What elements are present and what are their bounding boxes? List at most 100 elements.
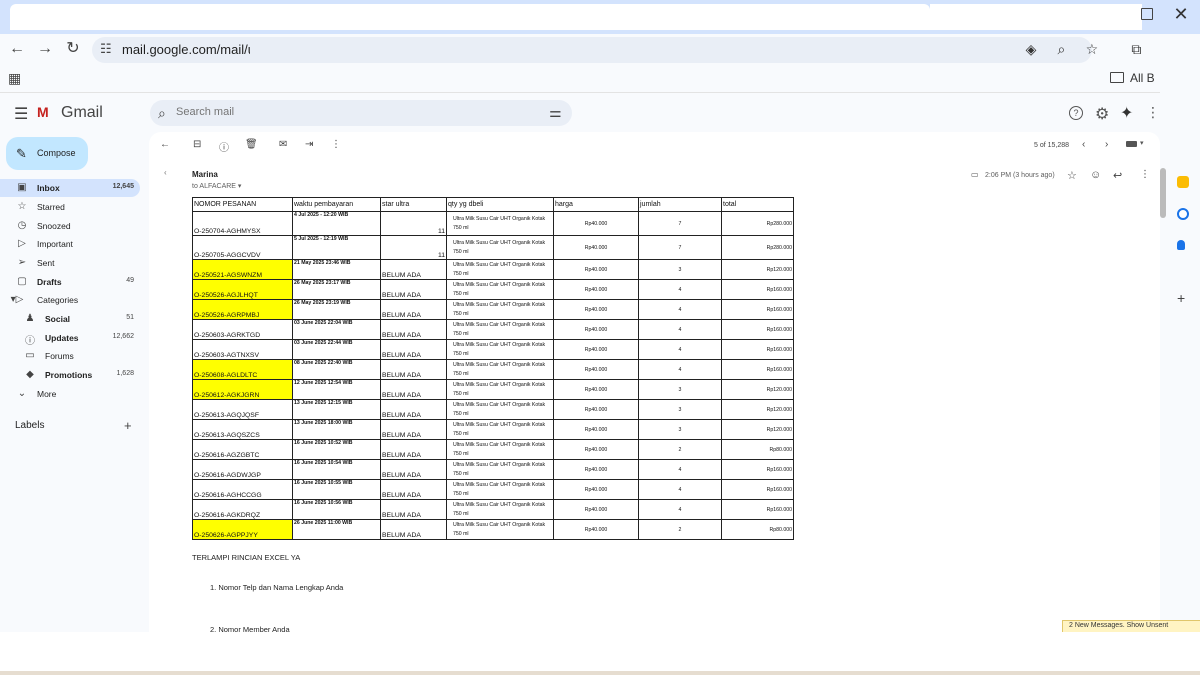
scrollbar-thumb[interactable] bbox=[1160, 168, 1166, 218]
sidebar-item-updates[interactable]: ⓘ Updates 12,662 bbox=[0, 329, 140, 347]
search-options-icon[interactable]: ⚌ bbox=[549, 104, 562, 121]
forward-icon[interactable]: → bbox=[34, 38, 56, 60]
sidebar-item-starred[interactable]: ☆ Starred bbox=[0, 198, 140, 216]
sidebar-item-label: Snoozed bbox=[37, 221, 71, 231]
gemini-spark-icon[interactable]: ✦ bbox=[1120, 103, 1133, 123]
sidebar-item-label: More bbox=[37, 389, 57, 399]
chevron-right-icon[interactable]: › bbox=[1105, 139, 1108, 150]
more-vertical-icon[interactable]: ⋮ bbox=[331, 139, 341, 150]
price-cell: Rp40.000 bbox=[553, 211, 639, 236]
star-icon[interactable]: ☆ bbox=[1067, 169, 1077, 182]
eye-off-icon[interactable]: ◈ bbox=[1022, 40, 1040, 58]
total-cell: Rp120.000 bbox=[721, 399, 794, 420]
keep-icon[interactable] bbox=[1177, 176, 1189, 188]
close-icon[interactable]: ✕ bbox=[1171, 4, 1191, 24]
collapse-caret-icon[interactable]: ‹ bbox=[164, 168, 167, 177]
maximize-icon[interactable] bbox=[1141, 8, 1153, 20]
more-vertical-icon[interactable]: ⋮ bbox=[1146, 104, 1160, 121]
back-to-inbox-icon[interactable]: ← bbox=[160, 139, 170, 150]
product-cell: Ultra Milk Susu Cair UHT Organik Kotak 7… bbox=[446, 459, 554, 480]
pager-count: 5 of 15,288 bbox=[1034, 142, 1070, 149]
sidebar-item-label: Updates bbox=[45, 333, 79, 343]
bookmark-star-icon[interactable]: ☆ bbox=[1083, 40, 1101, 58]
gmail-logo-icon[interactable]: M bbox=[37, 104, 49, 120]
add-addon-icon[interactable]: + bbox=[1177, 290, 1185, 306]
order-number-cell: O-250526-AGJLHQT bbox=[192, 279, 293, 300]
all-bookmarks-button[interactable]: All B bbox=[1110, 71, 1155, 85]
browser-tab[interactable] bbox=[10, 4, 930, 30]
search-icon[interactable]: ⌕ bbox=[158, 105, 166, 122]
mark-unread-icon[interactable]: ✉ bbox=[279, 139, 287, 150]
keyboard-icon[interactable] bbox=[1126, 141, 1137, 147]
sidebar-item-sent[interactable]: ➢ Sent bbox=[0, 254, 140, 272]
order-number-cell: O-250705-AGGCVDV bbox=[192, 235, 293, 260]
star-ultra-cell: BELUM ADA bbox=[380, 439, 447, 460]
search-input[interactable] bbox=[176, 106, 506, 118]
sidebar-item-important[interactable]: ▷ Important bbox=[0, 235, 140, 253]
help-icon[interactable]: ? bbox=[1069, 106, 1083, 120]
table-row: O-250526-AGJLHQT 26 May 2025 23:17 WIB BEL… bbox=[192, 279, 794, 300]
add-label-icon[interactable]: + bbox=[124, 418, 132, 433]
more-vertical-icon[interactable]: ⋮ bbox=[1140, 169, 1150, 180]
move-to-icon[interactable]: ⇥ bbox=[305, 139, 313, 150]
archive-icon[interactable]: ⊟ bbox=[193, 139, 201, 150]
sidebar-item-more[interactable]: ⌄ More bbox=[0, 385, 140, 403]
sidebar-item-label: Forums bbox=[45, 351, 74, 361]
sidebar-item-social[interactable]: ♟ Social 51 bbox=[0, 310, 140, 328]
back-icon[interactable]: ← bbox=[6, 38, 28, 60]
sidebar-item-inbox[interactable]: ▣ Inbox 12,645 bbox=[0, 179, 140, 197]
table-row: O-250613-AGQJQSF 13 June 2025 12:15 WIB BE… bbox=[192, 399, 794, 420]
gear-icon[interactable]: ⚙ bbox=[1095, 104, 1109, 124]
table-header-row: NOMOR PESANAN waktu pembayaran star ultr… bbox=[192, 197, 794, 212]
quantity-cell: 4 bbox=[638, 279, 722, 300]
payment-time-cell: 16 June 2025 10:55 WIB bbox=[292, 479, 381, 500]
table-header: qty yg dbeli bbox=[446, 197, 554, 212]
apps-grid-icon[interactable]: ▦ bbox=[8, 70, 21, 87]
sidebar-item-drafts[interactable]: ▢ Drafts 49 bbox=[0, 273, 140, 291]
chevron-down-icon[interactable]: ▾ bbox=[1140, 139, 1144, 147]
contacts-icon[interactable] bbox=[1177, 240, 1185, 250]
total-cell: Rp160.000 bbox=[721, 319, 794, 340]
sidebar-item-categories[interactable]: ▾▷ Categories bbox=[0, 291, 140, 309]
quantity-cell: 3 bbox=[638, 259, 722, 280]
payment-time-cell: 16 June 2025 10:56 WIB bbox=[292, 499, 381, 520]
star-icon: ☆ bbox=[17, 201, 27, 212]
chevron-left-icon[interactable]: ‹ bbox=[1082, 139, 1085, 150]
sender-name[interactable]: Marina bbox=[192, 170, 218, 179]
total-cell: Rp160.000 bbox=[721, 359, 794, 380]
report-spam-icon[interactable]: ⓘ bbox=[219, 139, 229, 154]
emoji-icon[interactable]: ☺ bbox=[1090, 169, 1101, 181]
main-menu-icon[interactable]: ☰ bbox=[14, 104, 28, 124]
price-cell: Rp40.000 bbox=[553, 339, 639, 360]
reply-icon[interactable]: ↩ bbox=[1113, 169, 1122, 182]
table-row: O-250616-AGHCCGG 16 June 2025 10:55 WIB BE… bbox=[192, 479, 794, 500]
forum-icon: ▭ bbox=[25, 350, 35, 361]
recipient-line[interactable]: to ALFACARE ▾ bbox=[192, 182, 241, 190]
price-cell: Rp40.000 bbox=[553, 379, 639, 400]
total-cell: Rp160.000 bbox=[721, 459, 794, 480]
sidebar-item-forums[interactable]: ▭ Forums bbox=[0, 347, 140, 365]
payment-time-cell: 26 May 2025 23:19 WIB bbox=[292, 299, 381, 320]
product-cell: Ultra Milk Susu Cair UHT Organik Kotak 7… bbox=[446, 399, 554, 420]
site-info-icon[interactable]: ☷ bbox=[100, 41, 116, 57]
zoom-icon[interactable]: ⌕ bbox=[1052, 40, 1070, 58]
people-icon: ♟ bbox=[25, 313, 35, 324]
table-header: waktu pembayaran bbox=[292, 197, 381, 212]
gmail-wordmark[interactable]: Gmail bbox=[61, 104, 103, 122]
table-row: O-250626-AGPPJYY 26 June 2025 11:00 WIB BE… bbox=[192, 519, 794, 540]
sidebar-item-count: 12,662 bbox=[112, 333, 134, 340]
reload-icon[interactable]: ↻ bbox=[62, 38, 84, 60]
tasks-icon[interactable] bbox=[1177, 208, 1189, 220]
attachment-icon: ▭ bbox=[971, 170, 979, 179]
quantity-cell: 4 bbox=[638, 319, 722, 340]
sidebar-item-snoozed[interactable]: ◷ Snoozed bbox=[0, 217, 140, 235]
star-ultra-cell: BELUM ADA bbox=[380, 339, 447, 360]
star-ultra-cell: BELUM ADA bbox=[380, 519, 447, 540]
url-redaction bbox=[250, 41, 560, 57]
star-ultra-cell: BELUM ADA bbox=[380, 299, 447, 320]
product-cell: Ultra Milk Susu Cair UHT Organik Kotak 7… bbox=[446, 379, 554, 400]
extensions-icon[interactable]: ⧉ bbox=[1127, 40, 1145, 58]
delete-icon[interactable]: 🗑 bbox=[245, 139, 258, 150]
sidebar-item-promotions[interactable]: ◆ Promotions 1,628 bbox=[0, 366, 140, 384]
message-note: TERLAMPI RINCIAN EXCEL YA bbox=[192, 553, 301, 562]
